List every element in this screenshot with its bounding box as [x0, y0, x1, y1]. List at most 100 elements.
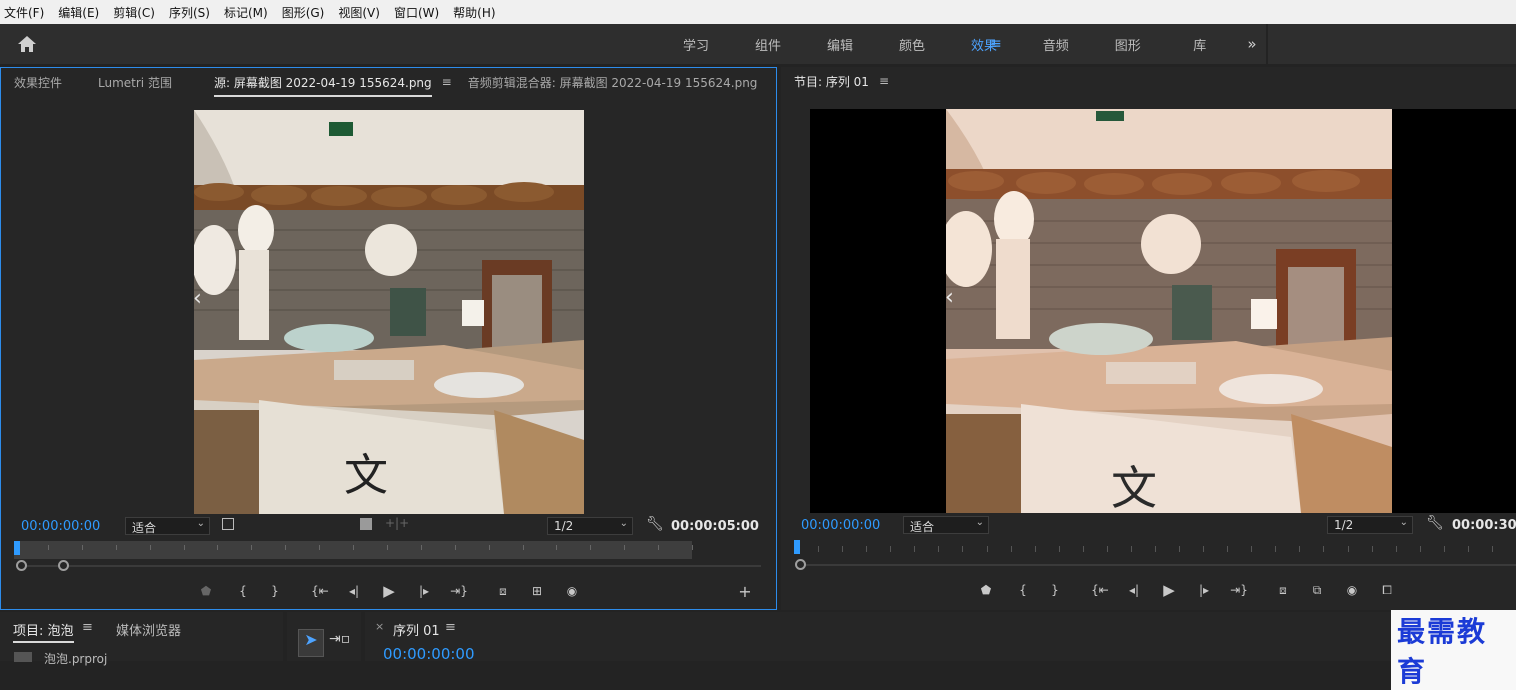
lift-icon[interactable]: ⧈ [1271, 579, 1295, 601]
tab-media-browser[interactable]: 媒体浏览器 [116, 620, 181, 639]
more-workspaces-icon[interactable]: » [1238, 24, 1266, 64]
program-playhead[interactable] [794, 540, 800, 554]
play-icon[interactable]: ▶ [1157, 579, 1181, 601]
comparison-view-icon[interactable]: ⧠ [1375, 579, 1399, 601]
step-forward-icon[interactable]: |▸ [412, 580, 436, 602]
program-prev-arrow-icon[interactable]: ‹ [945, 285, 954, 310]
wrench-icon[interactable]: 🔧︎ [646, 516, 664, 532]
source-zoom-bar[interactable] [21, 565, 761, 567]
ruler-tick [81, 545, 83, 550]
camera-icon[interactable]: ◉ [560, 580, 584, 602]
ruler-tick [1155, 546, 1156, 552]
workspace-learn[interactable]: 学习 [660, 35, 732, 54]
program-fit-value: 适合 [910, 520, 935, 534]
program-video-frame: 文 [946, 109, 1392, 513]
home-area [0, 24, 660, 64]
camera-icon[interactable]: ◉ [1340, 579, 1364, 601]
step-back-icon[interactable]: ◂| [1122, 579, 1146, 601]
sequence-tab-menu-icon[interactable]: ≡ [445, 620, 456, 635]
go-to-in-icon[interactable]: {⇤ [308, 580, 332, 602]
tools-panel: ➤ ⇥▫ [287, 612, 361, 661]
workspace-audio[interactable]: 音频 [1020, 35, 1092, 54]
source-fit-select[interactable]: 适合 ⌄ [125, 517, 210, 535]
menu-edit[interactable]: 编辑(E) [58, 4, 99, 21]
go-to-out-icon[interactable]: ⇥} [1227, 579, 1251, 601]
close-icon[interactable]: × [375, 620, 384, 633]
workspace-color[interactable]: 颜色 [876, 35, 948, 54]
add-button-icon[interactable]: + [733, 580, 757, 602]
menu-window[interactable]: 窗口(W) [394, 4, 439, 21]
project-tab-menu-icon[interactable]: ≡ [82, 620, 93, 635]
ruler-tick [1179, 546, 1181, 552]
timeline-timecode[interactable]: 00:00:00:00 [383, 645, 475, 663]
ruler-tick [914, 546, 916, 552]
tab-source[interactable]: 源: 屏幕截图 2022-04-19 155624.png [213, 74, 432, 97]
extract-icon[interactable]: ⧉ [1305, 579, 1329, 601]
menu-graphics[interactable]: 图形(G) [282, 4, 325, 21]
ruler-tick [1347, 546, 1349, 552]
menu-sequence[interactable]: 序列(S) [169, 4, 210, 21]
program-time-ruler[interactable] [794, 540, 1516, 558]
source-tab-menu-icon[interactable]: ≡ [442, 75, 452, 89]
step-forward-icon[interactable]: |▸ [1192, 579, 1216, 601]
go-to-out-icon[interactable]: ⇥} [447, 580, 471, 602]
workspace-editing[interactable]: 编辑 [804, 35, 876, 54]
source-monitor-panel: 效果控件 Lumetri 范围 源: 屏幕截图 2022-04-19 15562… [0, 67, 791, 610]
ruler-tick [692, 545, 693, 550]
play-icon[interactable]: ▶ [377, 580, 401, 602]
source-drag-video-icon[interactable] [222, 518, 234, 530]
track-select-tool-icon[interactable]: ⇥▫ [329, 631, 350, 647]
tab-effect-controls[interactable]: 效果控件 [14, 74, 62, 91]
menu-view[interactable]: 视图(V) [338, 4, 380, 21]
menu-clip[interactable]: 剪辑(C) [113, 4, 155, 21]
workspace-assembly[interactable]: 组件 [732, 35, 804, 54]
source-prev-arrow-icon[interactable]: ‹ [193, 286, 202, 311]
selection-tool-icon[interactable]: ➤ [298, 629, 324, 657]
mark-out-icon[interactable]: } [1043, 579, 1067, 601]
program-tabs: 节目: 序列 01 ≡ [781, 67, 1516, 95]
ruler-tick [590, 545, 592, 550]
wrench-icon[interactable]: 🔧︎ [1426, 515, 1444, 531]
tab-audio-clip-mixer[interactable]: 音频剪辑混合器: 屏幕截图 2022-04-19 155624.png [468, 74, 758, 91]
tab-sequence[interactable]: 序列 01 [393, 620, 440, 639]
film-strip-icon[interactable] [360, 518, 372, 530]
menu-help[interactable]: 帮助(H) [453, 4, 495, 21]
mark-out-icon[interactable]: } [263, 580, 287, 602]
program-zoom-bar[interactable] [801, 564, 1516, 566]
go-to-in-icon[interactable]: {⇤ [1088, 579, 1112, 601]
mark-in-icon[interactable]: { [231, 580, 255, 602]
step-back-icon[interactable]: ◂| [342, 580, 366, 602]
source-resolution-value: 1/2 [554, 519, 574, 533]
tab-project[interactable]: 项目: 泡泡 [13, 620, 74, 643]
ruler-tick [658, 545, 660, 550]
program-resolution-select[interactable]: 1/2 ⌄ [1327, 516, 1413, 534]
ruler-tick [217, 545, 219, 550]
source-zoom-start-handle[interactable] [16, 560, 27, 571]
workspace-effects[interactable]: 效果 [948, 35, 1020, 54]
program-tab-menu-icon[interactable]: ≡ [879, 74, 889, 88]
menu-markers[interactable]: 标记(M) [224, 4, 268, 21]
overwrite-icon[interactable]: ⊞ [525, 580, 549, 602]
ruler-tick [818, 546, 820, 552]
source-playhead[interactable] [14, 541, 20, 555]
program-timecode[interactable]: 00:00:00:00 [801, 518, 880, 533]
program-zoom-handle[interactable] [795, 559, 806, 570]
ruler-tick [115, 545, 117, 550]
source-zoom-end-handle[interactable] [58, 560, 69, 571]
home-icon[interactable] [17, 35, 37, 53]
source-resolution-select[interactable]: 1/2 ⌄ [547, 517, 633, 535]
program-fit-select[interactable]: 适合 ⌄ [903, 516, 989, 534]
source-timecode[interactable]: 00:00:00:00 [21, 519, 100, 534]
tab-lumetri-scopes[interactable]: Lumetri 范围 [98, 74, 172, 91]
audio-drag-icon[interactable]: +|+ [385, 516, 409, 530]
workspace-graphics[interactable]: 图形 [1092, 35, 1164, 54]
project-panel: 项目: 泡泡 ≡ 媒体浏览器 泡泡.prproj [0, 612, 283, 666]
source-time-ruler[interactable] [14, 541, 693, 559]
tab-program[interactable]: 节目: 序列 01 [794, 73, 869, 90]
mark-in-icon[interactable]: { [1011, 579, 1035, 601]
marker-icon[interactable]: ⬟ [194, 580, 218, 602]
menu-file[interactable]: 文件(F) [4, 4, 44, 21]
workspace-libraries[interactable]: 库 [1164, 35, 1236, 54]
marker-icon[interactable]: ⬟ [974, 579, 998, 601]
insert-icon[interactable]: ⧈ [491, 580, 515, 602]
